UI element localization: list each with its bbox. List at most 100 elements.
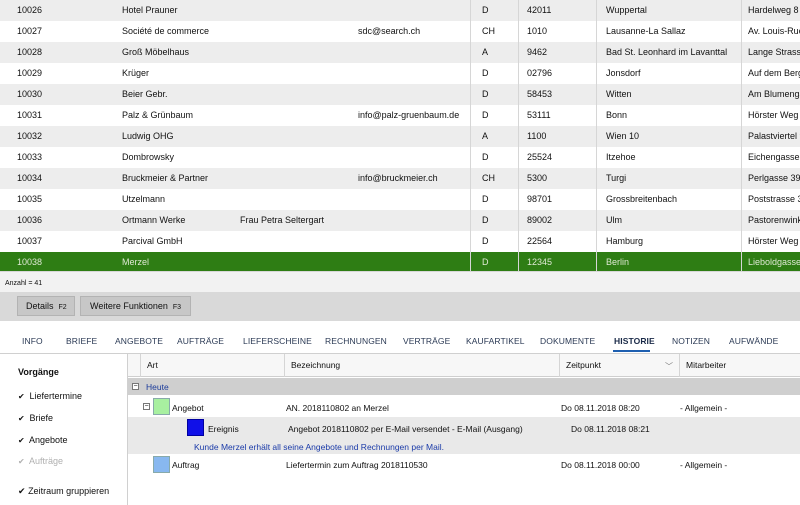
column-divider[interactable] <box>741 0 742 271</box>
customer-name: Groß Möbelhaus <box>122 47 190 57</box>
customer-name: Beier Gebr. <box>122 89 168 99</box>
tab-historie[interactable]: HISTORIE <box>614 336 655 346</box>
col-header-mitarbeiter[interactable]: Mitarbeiter <box>679 354 800 377</box>
customer-number: 10036 <box>17 215 43 225</box>
filter-auftraege-checkbox: ✔ Aufträge <box>18 456 63 466</box>
col-header-art[interactable]: Art <box>140 354 284 377</box>
history-row-auftrag[interactable]: Auftrag Liefertermin zum Auftrag 2018110… <box>128 454 800 475</box>
row-bezeichnung: Liefertermin zum Auftrag 2018110530 <box>286 460 428 470</box>
filter-angebote-checkbox[interactable]: ✔ Angebote <box>18 435 68 445</box>
tab-briefe[interactable]: BRIEFE <box>66 336 97 346</box>
tab-kaufartikel[interactable]: KAUFARTIKEL <box>466 336 525 346</box>
customer-name: Merzel <box>122 257 150 267</box>
tab-rechnungen[interactable]: RECHNUNGEN <box>325 336 387 346</box>
customer-name: Hotel Prauner <box>122 5 178 15</box>
customer-country: D <box>482 236 489 246</box>
customer-city: Hamburg <box>606 236 644 246</box>
customer-row[interactable]: 10034 Bruckmeier & Partner info@bruckmeier… <box>0 168 800 189</box>
customer-city: Ulm <box>606 215 622 225</box>
checkmark-icon: ✔ <box>18 457 25 466</box>
customer-row[interactable]: 10037 Parcival GmbH D 22564 Hamburg Hörster W… <box>0 231 800 252</box>
customer-row[interactable]: 10033 Dombrowsky D 25524 Itzehoe Eichengasse … <box>0 147 800 168</box>
details-button[interactable]: Details F2 <box>17 296 75 316</box>
more-functions-button[interactable]: Weitere Funktionen F3 <box>80 296 191 316</box>
customer-email: info@palz-gruenbaum.de <box>358 110 460 120</box>
customer-table: 10026 Hotel Prauner D 42011 Wuppertal Hardelw… <box>0 0 800 271</box>
column-divider[interactable] <box>470 0 471 271</box>
row-mitarbeiter: - Allgemein - <box>680 460 728 470</box>
filter-label: Liefertermine <box>29 391 83 401</box>
customer-number: 10031 <box>17 110 43 120</box>
row-bezeichnung: AN. 2018110802 an Merzel <box>286 403 389 413</box>
tab-info[interactable]: INFO <box>22 336 43 346</box>
checkmark-icon: ✔ <box>18 486 26 496</box>
customer-street: Hardelweg 8 <box>748 5 799 15</box>
customer-zip: 25524 <box>527 152 553 162</box>
customer-number: 10029 <box>17 68 43 78</box>
group-by-period-checkbox[interactable]: ✔ Zeitraum gruppieren <box>18 486 109 497</box>
group-row-heute[interactable]: − Heute <box>128 378 800 395</box>
customer-row[interactable]: 10031 Palz & Grünbaum info@palz-gruenbaum.… <box>0 105 800 126</box>
filter-briefe-checkbox[interactable]: ✔ Briefe <box>18 413 53 423</box>
customer-row[interactable]: 10030 Beier Gebr. D 58453 Witten Am Blumenga <box>0 84 800 105</box>
tab-dokumente[interactable]: DOKUMENTE <box>540 336 595 346</box>
customer-row[interactable]: 10036 Ortmann Werke Frau Petra Seltergart D… <box>0 210 800 231</box>
tab-angebote[interactable]: ANGEBOTE <box>115 336 163 346</box>
customer-row[interactable]: 10026 Hotel Prauner D 42011 Wuppertal Hardelw… <box>0 0 800 21</box>
customer-street: Auf dem Berg <box>748 68 800 78</box>
customer-city: Grossbreitenbach <box>606 194 678 204</box>
customer-city: Jonsdorf <box>606 68 641 78</box>
collapse-icon[interactable]: − <box>132 383 139 390</box>
tab-lieferscheine[interactable]: LIEFERSCHEINE <box>243 336 312 346</box>
row-art: Auftrag <box>172 460 200 470</box>
customer-number: 10032 <box>17 131 43 141</box>
tab-vertraege[interactable]: VERTRÄGE <box>403 336 450 346</box>
customer-row[interactable]: 10038 Merzel D 12345 Berlin Lieboldgasse <box>0 252 800 271</box>
customer-city: Turgi <box>606 173 627 183</box>
filter-label: Aufträge <box>29 456 64 466</box>
tab-aufwaende[interactable]: AUFWÄNDE <box>729 336 778 346</box>
customer-row[interactable]: 10035 Utzelmann D 98701 Grossbreitenbach Post… <box>0 189 800 210</box>
customer-row[interactable]: 10032 Ludwig OHG A 1100 Wien 10 Palastviertel… <box>0 126 800 147</box>
customer-row[interactable]: 10029 Krüger D 02796 Jonsdorf Auf dem Berg <box>0 63 800 84</box>
column-divider[interactable] <box>596 0 597 271</box>
details-button-label: Details <box>26 301 54 311</box>
customer-contact: Frau Petra Seltergart <box>240 215 325 225</box>
row-zeitpunkt: Do 08.11.2018 08:20 <box>561 403 640 413</box>
details-button-key: F2 <box>58 304 67 311</box>
customer-city: Lausanne-La Sallaz <box>606 26 686 36</box>
customer-row[interactable]: 10028 Groß Möbelhaus A 9462 Bad St. Leonhard… <box>0 42 800 63</box>
customer-city: Wien 10 <box>606 131 640 141</box>
history-row-angebot[interactable]: − Angebot AN. 2018110802 an Merzel Do 08… <box>128 395 800 417</box>
customer-row[interactable]: 10027 Société de commerce sdc@search.ch CH 1… <box>0 21 800 42</box>
tab-auftraege[interactable]: AUFTRÄGE <box>177 336 224 346</box>
customer-number: 10030 <box>17 89 43 99</box>
col-header-zeitpunkt[interactable]: Zeitpunkt <box>559 354 679 377</box>
customer-number: 10033 <box>17 152 43 162</box>
customer-country: D <box>482 257 489 267</box>
checkmark-icon: ✔ <box>18 436 25 445</box>
filter-liefertermine-checkbox[interactable]: ✔ Liefertermine <box>18 391 82 401</box>
record-count-bar: Anzahl = 41 <box>0 271 800 293</box>
customer-number: 10037 <box>17 236 43 246</box>
customer-zip: 98701 <box>527 194 553 204</box>
customer-name: Palz & Grünbaum <box>122 110 194 120</box>
customer-street: Hörster Weg 9 <box>748 236 800 246</box>
collapse-icon[interactable]: − <box>143 403 150 410</box>
customer-country: A <box>482 131 489 141</box>
sort-chevron-icon[interactable]: ﹀ <box>665 361 673 372</box>
customer-name: Société de commerce <box>122 26 210 36</box>
row-art: Angebot <box>172 403 204 413</box>
customer-name: Ludwig OHG <box>122 131 174 141</box>
customer-name: Bruckmeier & Partner <box>122 173 209 183</box>
grid-header: Art Bezeichnung Zeitpunkt ﹀ Mitarbeiter <box>128 354 800 377</box>
customer-street: Poststrasse 3 <box>748 194 800 204</box>
customer-zip: 12345 <box>527 257 553 267</box>
row-art: Ereignis <box>208 424 239 434</box>
column-divider[interactable] <box>518 0 519 271</box>
col-header-bezeichnung[interactable]: Bezeichnung <box>284 354 559 377</box>
history-row-ereignis[interactable]: Ereignis Angebot 2018110802 per E-Mail v… <box>128 417 800 454</box>
customer-country: CH <box>482 26 495 36</box>
tab-notizen[interactable]: NOTIZEN <box>672 336 710 346</box>
customer-country: D <box>482 110 489 120</box>
